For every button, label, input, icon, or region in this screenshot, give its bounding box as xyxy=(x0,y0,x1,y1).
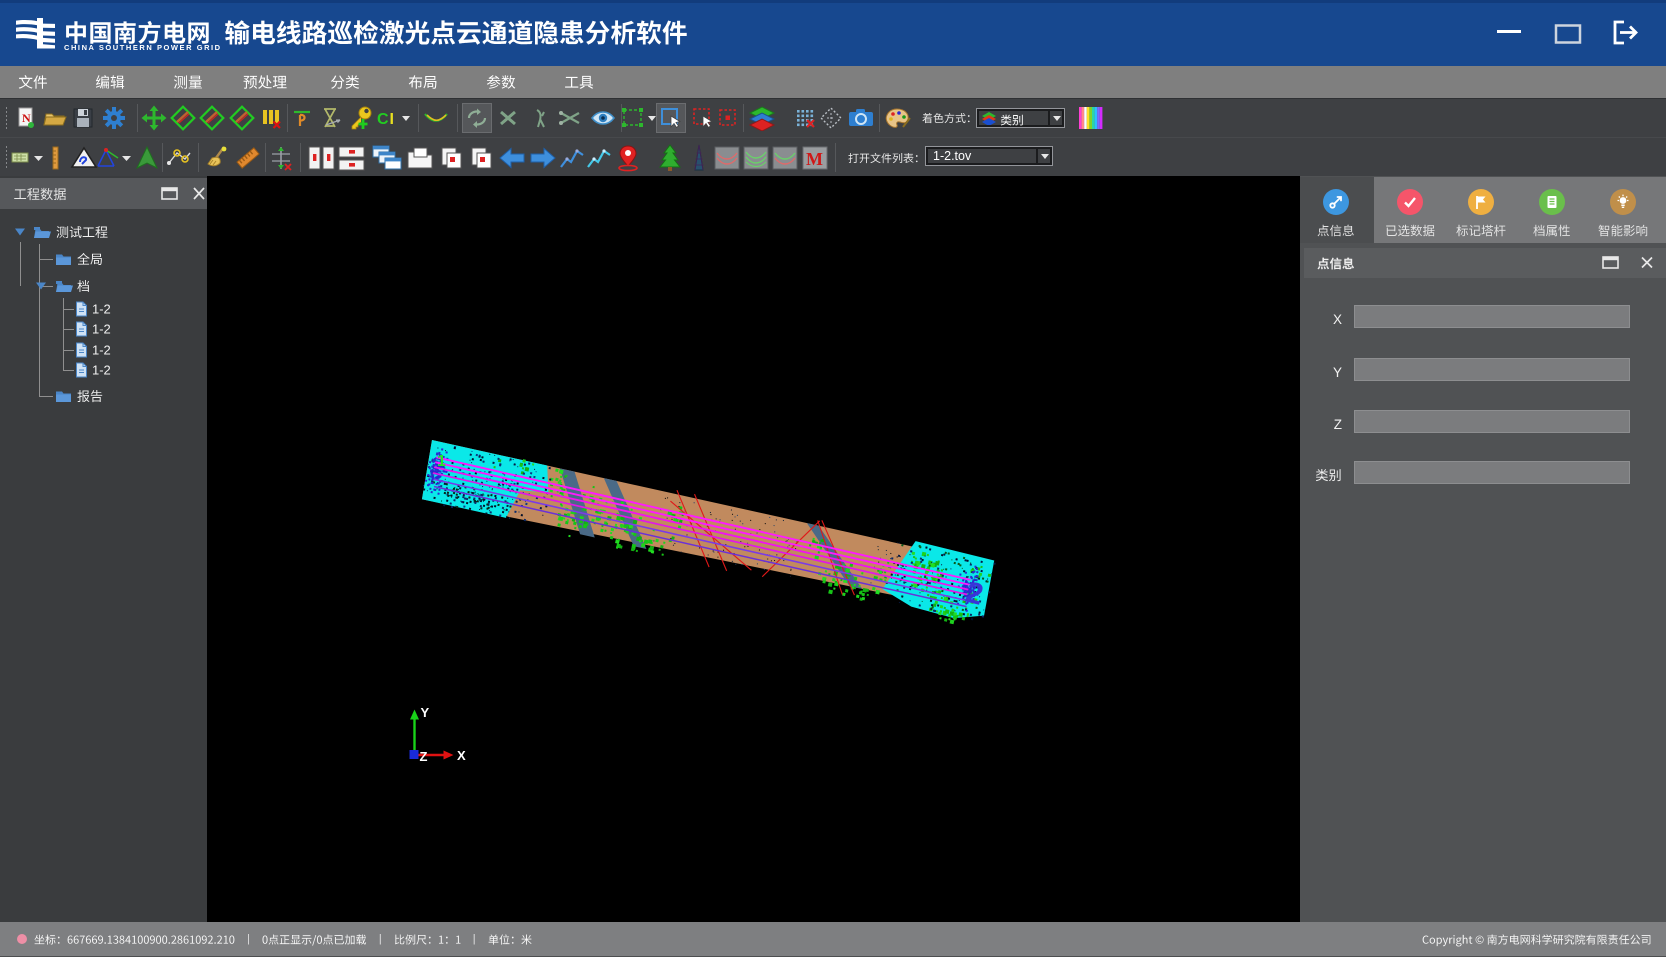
svg-text:I: I xyxy=(390,111,394,128)
svg-text:1: 1 xyxy=(437,453,446,470)
svg-text:Z: Z xyxy=(420,749,428,764)
svg-text:Y: Y xyxy=(421,705,430,720)
svg-text:M: M xyxy=(806,149,823,169)
svg-text:C: C xyxy=(377,111,389,128)
svg-text:X: X xyxy=(457,748,466,763)
